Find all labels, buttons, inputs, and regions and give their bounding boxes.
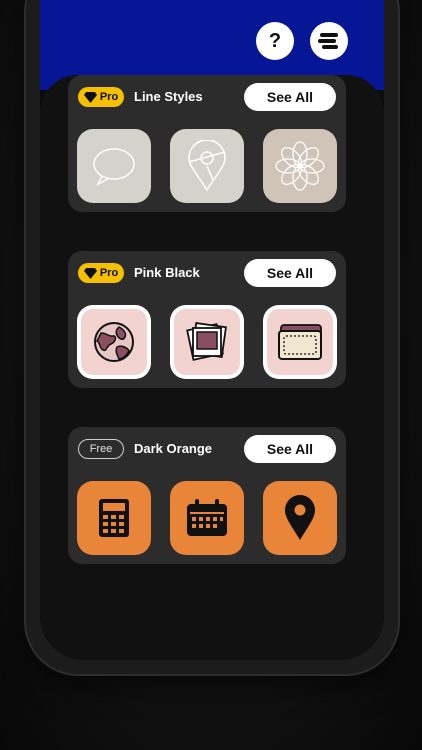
app-icon-globe[interactable] [77,305,151,379]
pack-card-pink-black[interactable]: Pro Pink Black See All [68,251,346,388]
diamond-icon [83,91,97,103]
app-icon-wallet[interactable] [263,305,337,379]
menu-icon [318,33,338,49]
phone-frame: ? Pro Line Styles See All Pro Pink Black… [26,0,398,674]
pack-card-line-styles[interactable]: Pro Line Styles See All [68,75,346,212]
pack-card-dark-orange[interactable]: Free Dark Orange See All [68,427,346,564]
app-icon-calendar[interactable] [170,481,244,555]
pack-title: Dark Orange [134,441,213,456]
pack-title: Pink Black [134,265,200,280]
app-icon-calculator[interactable] [77,481,151,555]
app-icon-maps[interactable] [170,129,244,203]
app-icon-photos[interactable] [170,305,244,379]
app-icon-maps[interactable] [263,481,337,555]
wallet-icon [278,324,322,360]
see-all-button[interactable]: See All [244,435,336,463]
see-all-button[interactable]: See All [244,259,336,287]
pack-title: Line Styles [134,89,203,104]
map-pin-icon [285,495,315,540]
pro-badge: Pro [78,263,124,283]
chat-bubble-icon [93,148,135,186]
diamond-icon [83,267,97,279]
app-icon-photos[interactable] [263,129,337,203]
map-pin-icon [188,140,226,192]
question-icon: ? [268,29,282,52]
see-all-button[interactable]: See All [244,83,336,111]
free-badge: Free [78,439,124,459]
calendar-icon [187,499,227,536]
calculator-icon [99,499,129,537]
app-icon-chat[interactable] [77,129,151,203]
globe-icon [94,322,134,362]
phone-screen: ? Pro Line Styles See All Pro Pink Black… [40,0,384,660]
content-sheet: Pro Line Styles See All Pro Pink Black S… [40,75,384,660]
photos-icon [186,322,227,361]
flower-icon [275,141,325,191]
menu-button[interactable] [310,22,348,60]
help-button[interactable]: ? [256,22,294,60]
pro-badge: Pro [78,87,124,107]
